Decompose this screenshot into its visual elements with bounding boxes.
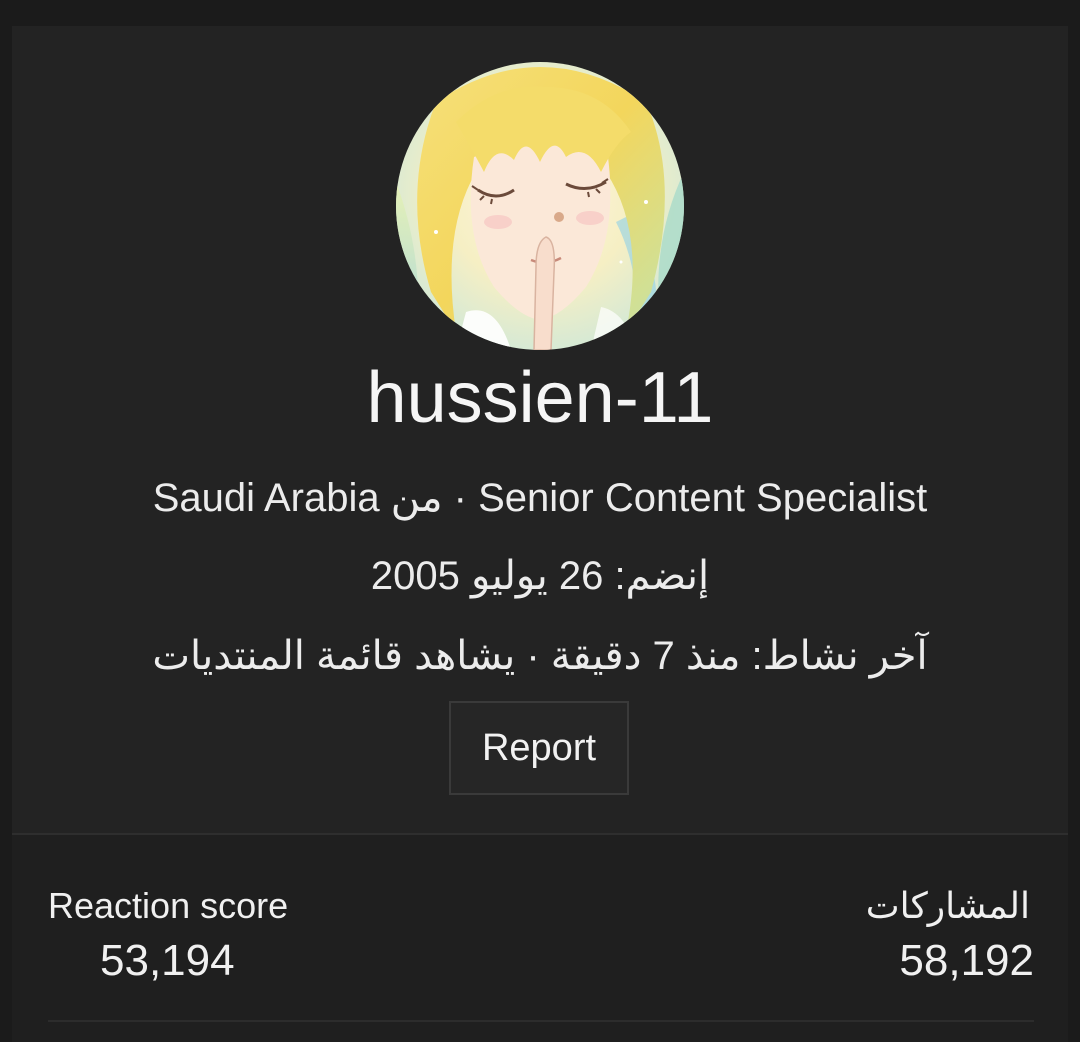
joined-date: إنضم: 26 يوليو 2005 xyxy=(370,554,710,598)
avatar[interactable] xyxy=(396,62,684,350)
top-bar xyxy=(0,0,1080,26)
user-title-location: Saudi Arabia من · Senior Content Special… xyxy=(152,476,928,520)
reaction-score-label: Reaction score xyxy=(48,885,289,926)
member-stats: Reaction score 53,194 المشاركات 58,192 xyxy=(12,835,1068,1042)
stats-divider xyxy=(48,1020,1034,1022)
avatar-illustration xyxy=(396,62,684,350)
member-profile-card: hussien-11 Saudi Arabia من · Senior Cont… xyxy=(12,26,1068,1042)
report-button[interactable]: Report xyxy=(449,701,629,795)
posts-label: المشاركات xyxy=(865,885,1030,926)
reaction-score-value[interactable]: 53,194 xyxy=(100,935,235,987)
username: hussien-11 xyxy=(366,358,714,438)
last-activity: آخر نشاط: منذ 7 دقيقة · يشاهد قائمة المن… xyxy=(152,634,928,678)
posts-value[interactable]: 58,192 xyxy=(899,935,1034,987)
